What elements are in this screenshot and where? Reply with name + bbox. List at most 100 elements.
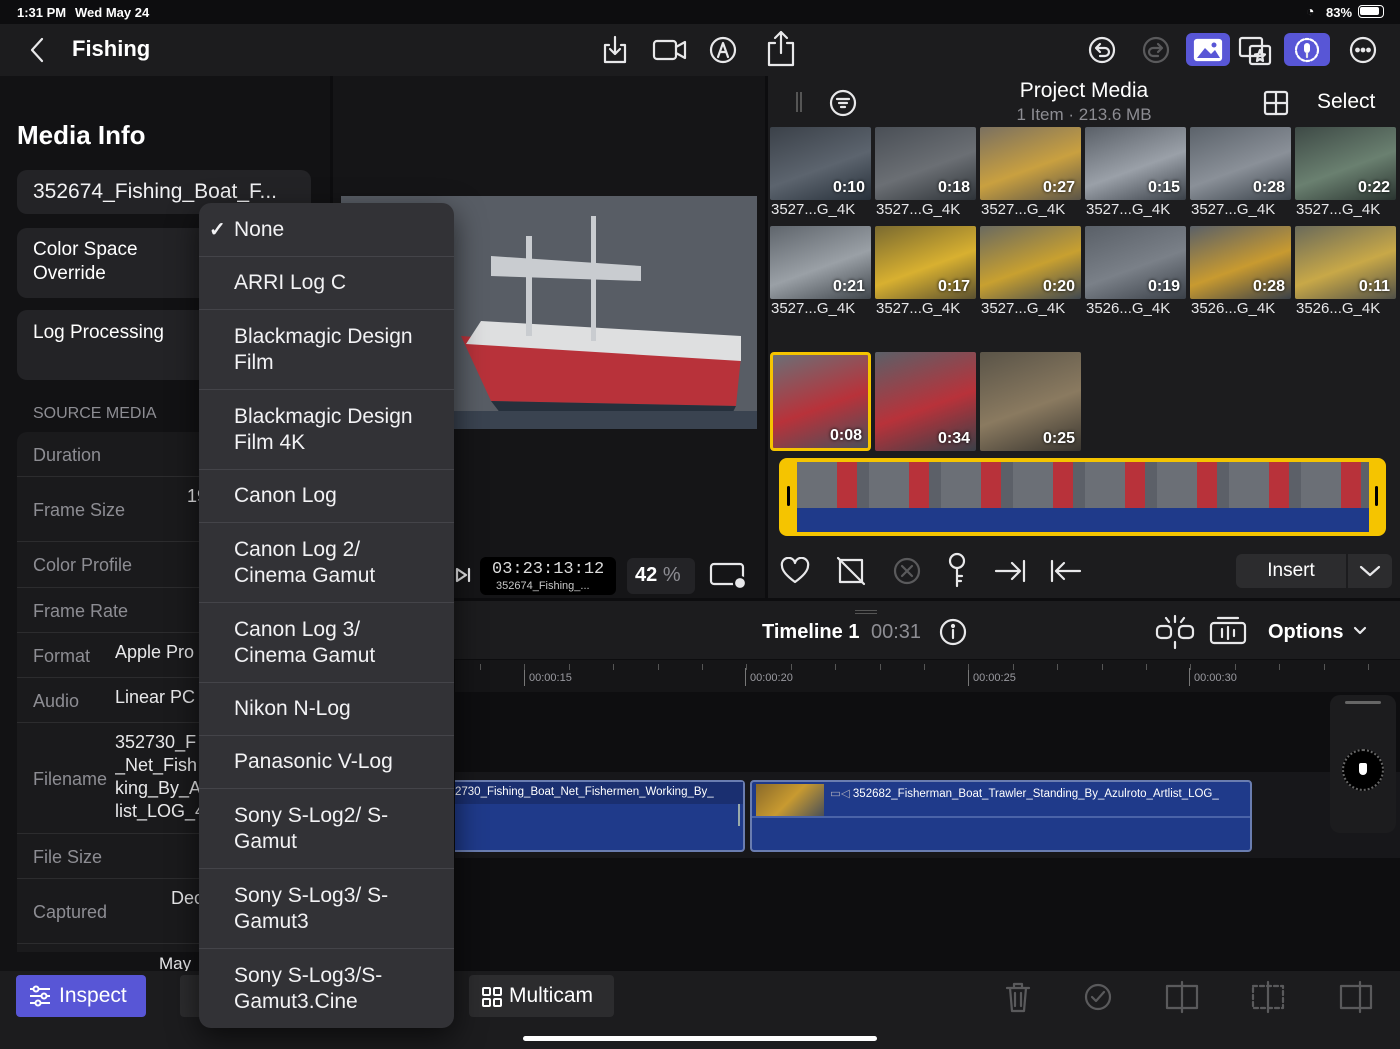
info-row-label: Audio bbox=[33, 690, 80, 711]
menu-item-label: Sony S-Log2/ S-Gamut bbox=[234, 803, 389, 853]
set-in-icon[interactable] bbox=[1048, 554, 1084, 588]
photos-icon[interactable] bbox=[1186, 33, 1230, 66]
clear-rating-icon[interactable] bbox=[890, 554, 924, 588]
trim-start-icon[interactable] bbox=[1162, 977, 1202, 1017]
media-thumbnail[interactable]: 0:25 bbox=[980, 352, 1081, 451]
inspect-button[interactable]: Inspect bbox=[16, 975, 146, 1017]
media-thumbnail[interactable]: 0:19 bbox=[1085, 226, 1186, 299]
voiceover-icon[interactable] bbox=[1284, 33, 1330, 66]
blade-icon[interactable] bbox=[1248, 977, 1288, 1017]
redo-icon[interactable] bbox=[1138, 32, 1174, 68]
trim-handle-right[interactable] bbox=[1375, 486, 1378, 506]
thumbnail-name: 3527...G_4K bbox=[771, 300, 856, 317]
keyword-icon[interactable] bbox=[940, 550, 974, 590]
media-thumbnail[interactable]: 0:27 bbox=[980, 127, 1081, 200]
back-icon[interactable] bbox=[22, 32, 52, 68]
filter-icon[interactable] bbox=[827, 87, 859, 119]
media-thumbnail[interactable]: 0:15 bbox=[1085, 127, 1186, 200]
menu-item-color-space[interactable]: Blackmagic Design Film 4K bbox=[199, 390, 454, 470]
options-chevron-icon[interactable] bbox=[1351, 623, 1369, 639]
media-thumbnail[interactable]: 0:21 bbox=[770, 226, 871, 299]
effects-icon[interactable] bbox=[1236, 32, 1274, 68]
timeline-clip-2[interactable]: ▭◁ 352682_Fisherman_Boat_Trawler_Standin… bbox=[750, 780, 1252, 852]
set-out-icon[interactable] bbox=[992, 554, 1028, 588]
media-thumbnail[interactable]: 0:28 bbox=[1190, 226, 1291, 299]
timeline-ruler[interactable]: 00:00:15 00:00:20 00:00:25 00:00:30 bbox=[455, 660, 1400, 692]
zoom-control[interactable]: 42 % bbox=[627, 558, 695, 594]
hidden-toolbar-button[interactable] bbox=[180, 975, 200, 1017]
menu-item-color-space[interactable]: Canon Log 2/ Cinema Gamut bbox=[199, 523, 454, 603]
display-options-icon[interactable] bbox=[706, 558, 750, 592]
thumbnail-name: 3527...G_4K bbox=[1296, 201, 1381, 218]
insert-button[interactable]: Insert bbox=[1236, 554, 1346, 588]
select-button[interactable]: Select bbox=[1317, 90, 1375, 114]
menu-item-color-space[interactable]: Blackmagic Design Film bbox=[199, 310, 454, 390]
checkmark-icon[interactable] bbox=[1080, 977, 1116, 1017]
color-space-override[interactable]: Color Space Override bbox=[17, 228, 217, 298]
drag-handle[interactable] bbox=[796, 92, 802, 112]
menu-item-label: Canon Log 3/ Cinema Gamut bbox=[234, 617, 376, 667]
resize-handle[interactable] bbox=[855, 610, 877, 614]
menu-item-color-space[interactable]: Canon Log bbox=[199, 470, 454, 523]
import-icon[interactable] bbox=[598, 32, 632, 68]
ruler-minor-tick bbox=[702, 664, 703, 670]
media-thumbnail[interactable]: 0:20 bbox=[980, 226, 1081, 299]
timeline-tracks[interactable]: 2730_Fishing_Boat_Net_Fishermen_Working_… bbox=[455, 692, 1400, 970]
multicam-button[interactable]: Multicam bbox=[469, 975, 614, 1017]
jog-wheel[interactable] bbox=[1342, 749, 1384, 791]
media-thumbnail[interactable]: 0:17 bbox=[875, 226, 976, 299]
info-row-value: 352730_F _Net_Fish king_By_A list_LOG_4 bbox=[115, 732, 205, 821]
status-bar: 1:31 PM Wed May 24 ◔ 83% bbox=[0, 0, 1400, 24]
media-thumbnail[interactable]: 0:11 bbox=[1295, 226, 1396, 299]
media-thumbnail[interactable]: 0:10 bbox=[770, 127, 871, 200]
more-icon[interactable] bbox=[1345, 32, 1381, 68]
ruler-minor-tick bbox=[968, 664, 970, 670]
media-thumbnail[interactable]: 0:18 bbox=[875, 127, 976, 200]
multicam-label: Multicam bbox=[509, 984, 594, 1007]
ruler-minor-tick bbox=[835, 664, 837, 670]
trash-icon[interactable] bbox=[1000, 977, 1036, 1017]
menu-item-color-space[interactable]: ✓ None bbox=[199, 203, 454, 257]
menu-item-color-space[interactable]: Panasonic V-Log bbox=[199, 736, 454, 789]
media-thumbnail[interactable]: 0:34 bbox=[875, 352, 976, 451]
media-thumbnail[interactable]: 0:08 bbox=[770, 352, 871, 451]
selected-clip-filmstrip[interactable] bbox=[779, 458, 1386, 536]
log-processing[interactable]: Log Processing bbox=[17, 310, 217, 380]
grid-view-icon[interactable] bbox=[1260, 88, 1292, 118]
media-thumbnail[interactable]: 0:22 bbox=[1295, 127, 1396, 200]
timeline-clip-1[interactable]: 2730_Fishing_Boat_Net_Fishermen_Working_… bbox=[455, 780, 745, 852]
menu-item-color-space[interactable]: Sony S-Log3/S-Gamut3.Cine bbox=[199, 949, 454, 1028]
menu-item-color-space[interactable]: Sony S-Log3/ S-Gamut3 bbox=[199, 869, 454, 949]
controller-grip[interactable] bbox=[1345, 701, 1381, 704]
trim-handle-left[interactable] bbox=[787, 486, 790, 506]
options-button[interactable]: Options bbox=[1268, 621, 1344, 644]
menu-item-color-space[interactable]: Sony S-Log2/ S-Gamut bbox=[199, 789, 454, 869]
menu-item-color-space[interactable]: Canon Log 3/ Cinema Gamut bbox=[199, 603, 454, 683]
undo-icon[interactable] bbox=[1084, 32, 1120, 68]
info-row-value: Apple Pro bbox=[115, 642, 195, 662]
thumbnail-duration: 0:18 bbox=[937, 179, 970, 196]
camera-icon[interactable] bbox=[650, 32, 690, 68]
thumbnail-duration: 0:08 bbox=[829, 427, 862, 444]
favorite-icon[interactable] bbox=[778, 554, 812, 588]
menu-item-color-space[interactable]: ARRI Log C bbox=[199, 257, 454, 310]
timeline-title: Timeline 1 bbox=[762, 621, 860, 643]
split-icon[interactable] bbox=[1153, 613, 1197, 651]
media-thumbnail[interactable]: 0:28 bbox=[1190, 127, 1291, 200]
info-icon[interactable] bbox=[936, 615, 970, 649]
share-icon[interactable] bbox=[762, 28, 800, 70]
clip-1-handle[interactable] bbox=[738, 804, 740, 826]
thumbnail-duration: 0:28 bbox=[1252, 179, 1285, 196]
markup-icon[interactable] bbox=[705, 32, 741, 68]
thumbnail-duration: 0:21 bbox=[832, 278, 865, 295]
menu-item-color-space[interactable]: Nikon N-Log bbox=[199, 683, 454, 736]
thumbnail-duration: 0:27 bbox=[1042, 179, 1075, 196]
trim-end-icon[interactable] bbox=[1336, 977, 1376, 1017]
playhead-controller[interactable] bbox=[1330, 695, 1396, 833]
chevron-down-icon[interactable] bbox=[1348, 554, 1392, 588]
jog-indicator-icon bbox=[1359, 763, 1367, 775]
ruler-minor-tick bbox=[1190, 664, 1192, 670]
reject-icon[interactable] bbox=[834, 554, 868, 588]
thumbnail-duration: 0:22 bbox=[1357, 179, 1390, 196]
detach-audio-icon[interactable] bbox=[1207, 613, 1249, 651]
